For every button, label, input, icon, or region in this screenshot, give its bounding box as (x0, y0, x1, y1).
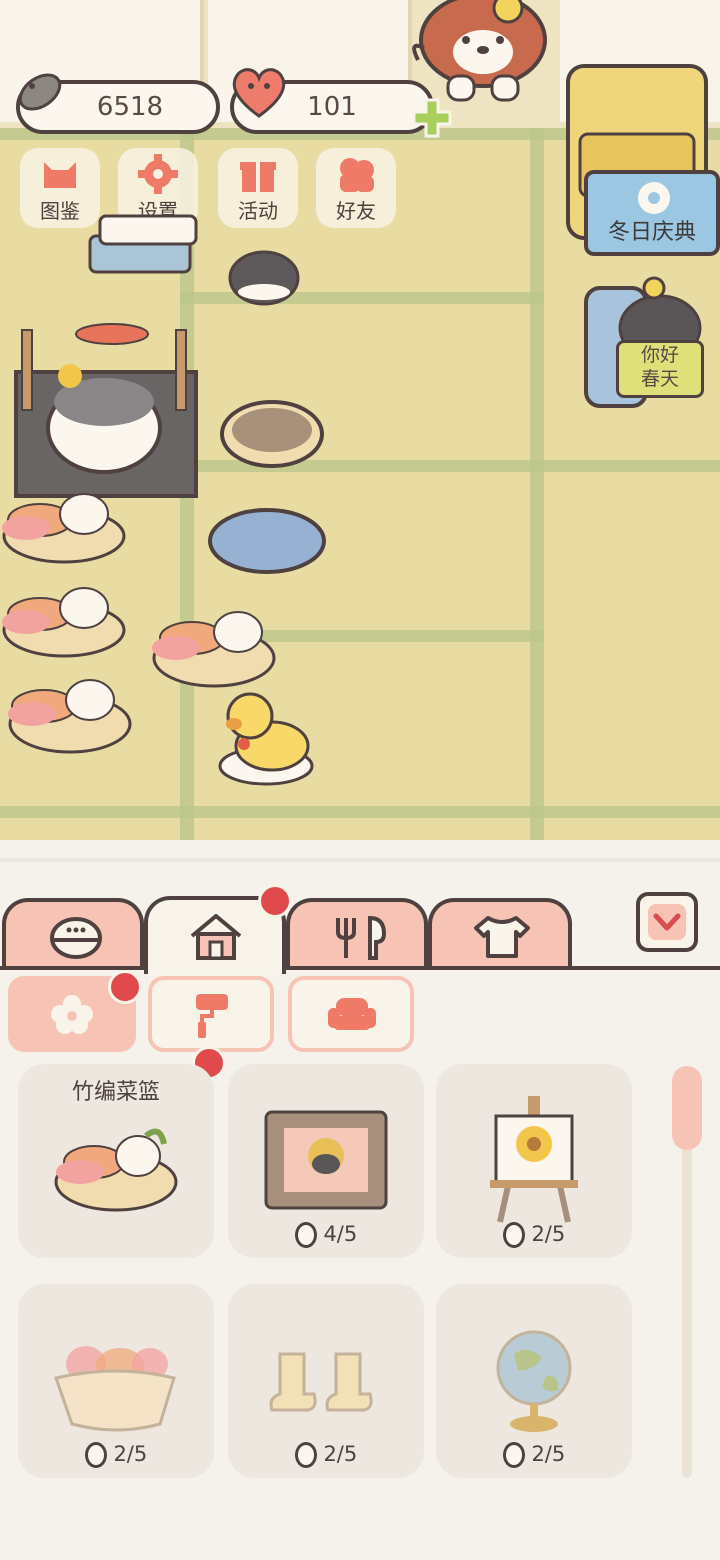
item-count: 4/5 (323, 1222, 358, 1246)
item-card-framed-picture[interactable]: 4/5 (228, 1064, 424, 1258)
vegetable-basket-1[interactable] (0, 476, 130, 566)
winter-festival-event[interactable]: 冬日庆典 (584, 170, 720, 256)
collapse-panel-button[interactable] (636, 892, 698, 952)
egg-token-icon (502, 1222, 525, 1248)
chevron-down-icon (648, 904, 686, 940)
egg-token-icon (84, 1442, 107, 1468)
item-count: 2/5 (113, 1442, 148, 1466)
item-card-boots[interactable]: 2/5 (228, 1284, 424, 1478)
egg-token-icon (294, 1442, 317, 1468)
sofa-icon (328, 998, 376, 1030)
blue-cushion[interactable] (206, 506, 328, 576)
cat-face-icon (44, 162, 76, 188)
vegetable-basket-4[interactable] (146, 588, 280, 694)
tab-food[interactable] (286, 898, 428, 970)
subtab-furniture[interactable] (288, 976, 414, 1052)
item-count-row: 2/5 (228, 1442, 424, 1468)
vegetable-basket-3[interactable] (4, 658, 138, 758)
fork-spoon-icon (336, 915, 387, 960)
item-card-globe[interactable]: 2/5 (436, 1284, 632, 1478)
sunflower-easel-icon (490, 1096, 578, 1223)
tab-clothing[interactable] (428, 898, 572, 970)
item-count-row: 2/5 (18, 1442, 214, 1468)
item-count: 2/5 (323, 1442, 358, 1466)
house-icon (190, 914, 242, 960)
egg-token-icon (502, 1442, 525, 1468)
friends-label: 好友 (336, 199, 376, 223)
fish-icon (18, 73, 62, 111)
globe-icon (496, 1330, 572, 1432)
item-card-pumpkin-basket[interactable]: 2/5 (18, 1284, 214, 1478)
heart-currency-value: 101 (307, 92, 357, 122)
winter-festival-label: 冬日庆典 (607, 220, 696, 245)
item-count: 2/5 (531, 1442, 566, 1466)
item-name: 竹编菜篮 (71, 1080, 160, 1105)
book-stack-decor[interactable] (84, 196, 204, 280)
rice-ball-icon (50, 917, 102, 959)
duck-toy[interactable] (214, 688, 316, 788)
ink-pot-decor[interactable] (226, 238, 302, 308)
vegetable-basket-2[interactable] (0, 570, 130, 660)
friends-icon (340, 158, 374, 192)
brown-cat-sprite[interactable] (408, 0, 558, 104)
item-count-row: 4/5 (228, 1222, 424, 1248)
friends-button[interactable]: 好友 (316, 148, 396, 228)
subtab-wallpaper[interactable] (148, 976, 274, 1052)
gift-icon (240, 162, 276, 192)
framed-picture-icon (264, 1110, 388, 1210)
new-badge-furniture-tab (258, 884, 292, 918)
tab-active-gap (148, 964, 282, 972)
flower-icon (51, 995, 93, 1034)
item-count: 2/5 (531, 1222, 566, 1246)
events-button[interactable]: 活动 (218, 148, 298, 228)
item-list-scrollbar-thumb[interactable] (672, 1066, 702, 1150)
plus-icon[interactable] (410, 96, 454, 140)
hello-spring-sign[interactable]: 你好 春天 (616, 340, 704, 398)
boots-icon (269, 1352, 373, 1412)
tab-food-storage[interactable] (2, 898, 144, 970)
new-badge-decor-subtab (108, 970, 142, 1004)
vegetable-basket-icon (54, 1128, 178, 1212)
paint-roller-icon (196, 994, 228, 1038)
snowflake-flower-icon (638, 182, 670, 214)
events-label: 活动 (238, 199, 278, 223)
item-card-sunflower-easel[interactable]: 2/5 (436, 1064, 632, 1258)
wooden-bowl[interactable] (218, 398, 326, 472)
pumpkin-basket-icon (54, 1346, 176, 1432)
room-scene[interactable]: 6518 101 图鉴 设置 活动 好友 冬日庆典 你好 春天 (0, 0, 720, 840)
spring-sign-line1: 你好 (640, 344, 679, 366)
item-card-bamboo-basket[interactable]: 竹编菜篮 (18, 1064, 214, 1258)
item-count-row: 2/5 (436, 1222, 632, 1248)
shirt-icon (474, 916, 530, 958)
tab-bar-baseline (0, 966, 720, 970)
fish-currency-value: 6518 (96, 92, 164, 122)
panel-divider (0, 858, 720, 862)
heart-icon (232, 68, 286, 118)
gear-icon (138, 154, 178, 194)
spring-sign-line2: 春天 (640, 368, 679, 390)
egg-token-icon (294, 1222, 317, 1248)
item-count-row: 2/5 (436, 1442, 632, 1468)
